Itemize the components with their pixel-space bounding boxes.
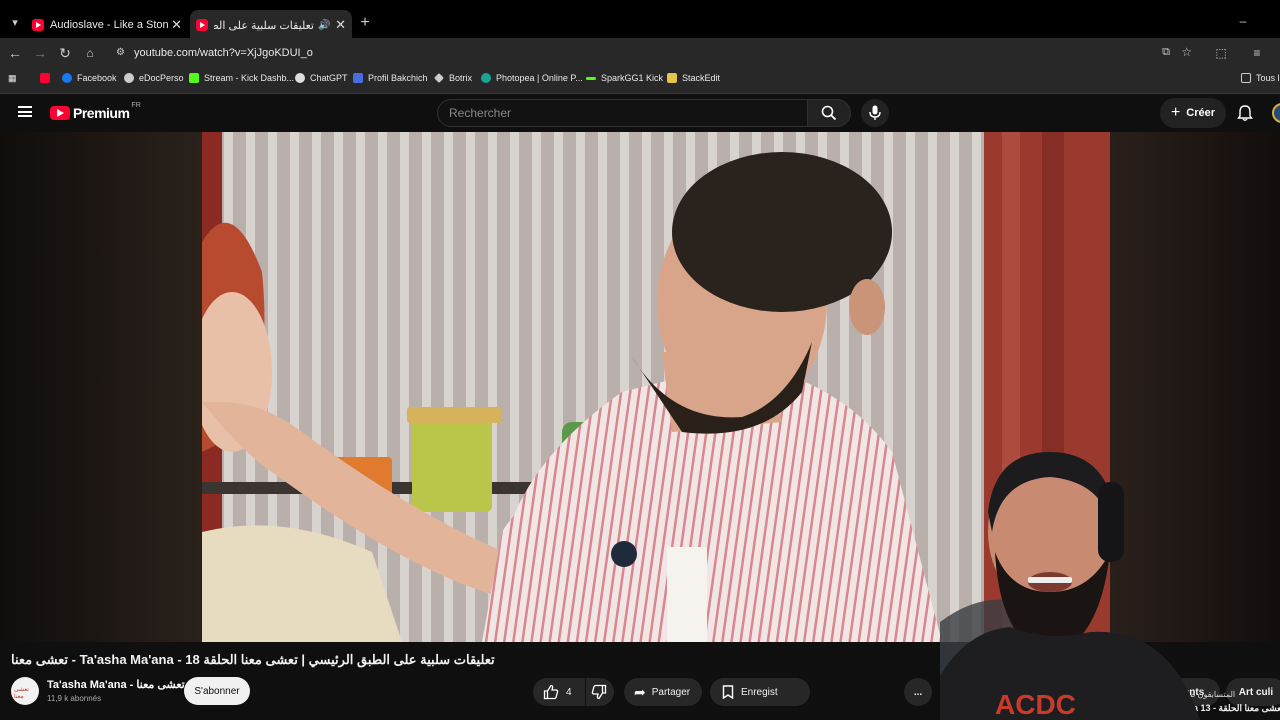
bookmark-youtube[interactable] bbox=[40, 73, 55, 83]
minimize-window-icon[interactable]: – bbox=[1234, 12, 1252, 30]
share-button[interactable]: ➦ Partager bbox=[624, 678, 702, 706]
microphone-icon bbox=[869, 105, 881, 120]
notifications-bell-icon[interactable] bbox=[1237, 105, 1253, 121]
browser-toolbar: ← → ↻ ⌂ ⚙ youtube.com/watch?v=XjJgoKDUI_… bbox=[0, 38, 1280, 68]
channel-name[interactable]: Ta'asha Ma'ana - تعشى معنا bbox=[47, 678, 185, 691]
bookmark-chatgpt[interactable]: ChatGPT bbox=[295, 73, 348, 83]
reload-icon[interactable]: ↻ bbox=[56, 44, 74, 62]
bakchich-icon bbox=[353, 73, 363, 83]
thumbs-down-icon bbox=[591, 684, 607, 700]
tab-audioslave[interactable]: Audioslave - Like a Stone (Offic ✕ bbox=[26, 12, 188, 38]
kick-icon bbox=[189, 73, 199, 83]
save-button[interactable]: Enregist bbox=[710, 678, 810, 706]
youtube-logo-icon bbox=[50, 106, 70, 120]
bookmark-label: eDocPerso bbox=[139, 73, 184, 83]
chatgpt-icon bbox=[295, 73, 305, 83]
create-button[interactable]: + Créer bbox=[1160, 98, 1226, 128]
hamburger-menu-icon[interactable] bbox=[18, 106, 32, 117]
stackedit-icon bbox=[667, 73, 677, 83]
address-bar[interactable]: ⚙ youtube.com/watch?v=XjJgoKDUI_o ⧉ ☆ bbox=[108, 42, 1208, 66]
like-count: 4 bbox=[566, 686, 572, 698]
bookmarks-bar: ▦ Facebook eDocPerso Stream - Kick Dashb… bbox=[0, 68, 1280, 94]
more-dots-icon: ... bbox=[913, 686, 923, 698]
bookmark-label: Stream - Kick Dashb... bbox=[204, 73, 295, 83]
tab-title: تعليقات سلبية على الطبق الر bbox=[214, 19, 314, 32]
create-label: Créer bbox=[1186, 107, 1216, 119]
audio-playing-icon[interactable]: 🔊 bbox=[318, 20, 330, 31]
subscriber-count: 11,9 k abonnés bbox=[47, 694, 102, 703]
search-button[interactable] bbox=[807, 99, 851, 127]
search-icon bbox=[821, 105, 837, 121]
bookmark-label: SparkGG1 Kick bbox=[601, 73, 664, 83]
home-icon[interactable]: ⌂ bbox=[81, 44, 99, 62]
url-text: youtube.com/watch?v=XjJgoKDUI_o bbox=[134, 47, 313, 59]
search-placeholder: Rechercher bbox=[449, 106, 512, 120]
forward-arrow-icon[interactable]: → bbox=[31, 44, 49, 62]
plus-icon: + bbox=[1170, 104, 1181, 121]
youtube-favicon-icon bbox=[32, 19, 44, 31]
youtube-favicon-icon bbox=[196, 19, 208, 31]
install-app-icon[interactable]: ⧉ bbox=[1162, 46, 1170, 59]
channel-avatar-logo: تعشى معنا bbox=[14, 687, 29, 700]
close-tab-icon[interactable]: ✕ bbox=[335, 17, 346, 33]
tab-title: Audioslave - Like a Stone (Offic bbox=[50, 19, 168, 31]
bookmark-sparkgg1-kick[interactable]: SparkGG1 Kick bbox=[586, 73, 663, 83]
account-avatar[interactable] bbox=[1272, 103, 1280, 123]
like-button[interactable]: 4 bbox=[533, 678, 585, 706]
tab-list-chevron-icon[interactable]: ▾ bbox=[6, 14, 24, 32]
reading-list-icon[interactable]: ≡ bbox=[1248, 44, 1266, 62]
more-actions-button[interactable]: ... bbox=[904, 678, 932, 706]
bookmark-profil-bakchich[interactable]: Profil Bakchich bbox=[353, 73, 428, 83]
photopea-icon bbox=[481, 73, 491, 83]
streamer-webcam-image: ACDC bbox=[940, 452, 1200, 720]
bookmark-photopea[interactable]: Photopea | Online P... bbox=[481, 73, 583, 83]
dislike-button[interactable] bbox=[586, 678, 614, 706]
bookmark-label: Tous l bbox=[1256, 73, 1280, 83]
svg-text:ACDC: ACDC bbox=[995, 689, 1076, 720]
subscribe-button[interactable]: S'abonner bbox=[184, 677, 250, 705]
back-arrow-icon[interactable]: ← bbox=[6, 44, 24, 62]
bookmark-label: ChatGPT bbox=[310, 73, 348, 83]
extensions-icon[interactable]: ⬚ bbox=[1212, 44, 1230, 62]
apps-grid-icon[interactable]: ▦ bbox=[8, 73, 17, 84]
bookmark-kick-dashboard[interactable]: Stream - Kick Dashb... bbox=[189, 73, 294, 83]
ambient-glow-left bbox=[0, 132, 202, 642]
voice-search-button[interactable] bbox=[861, 99, 889, 127]
youtube-premium-logo[interactable]: Premium FR bbox=[50, 101, 141, 121]
folder-icon bbox=[1241, 73, 1251, 83]
bookmark-save-icon bbox=[722, 685, 734, 699]
share-label: Partager bbox=[651, 686, 691, 698]
bookmark-label: Facebook bbox=[77, 73, 117, 83]
bookmark-label: Profil Bakchich bbox=[368, 73, 428, 83]
bookmark-label: StackEdit bbox=[682, 73, 721, 83]
region-code: FR bbox=[131, 101, 141, 109]
search-input[interactable]: Rechercher bbox=[437, 99, 808, 127]
new-tab-plus-icon[interactable]: + bbox=[356, 14, 374, 32]
youtube-header: Premium FR Rechercher + Créer bbox=[0, 94, 1280, 132]
bookmark-label: Botrix bbox=[449, 73, 473, 83]
bookmark-facebook[interactable]: Facebook bbox=[62, 73, 117, 83]
facebook-icon bbox=[62, 73, 72, 83]
edocperso-icon bbox=[124, 73, 134, 83]
logo-text: Premium bbox=[73, 105, 130, 121]
webcam-overlay: ACDC bbox=[940, 442, 1280, 720]
site-settings-icon[interactable]: ⚙ bbox=[116, 47, 125, 58]
all-bookmarks-folder[interactable]: Tous l bbox=[1241, 73, 1280, 83]
save-label: Enregist bbox=[741, 686, 778, 698]
tab-taasha[interactable]: تعليقات سلبية على الطبق الر 🔊 ✕ bbox=[190, 10, 352, 40]
bookmark-botrix[interactable]: Botrix bbox=[434, 73, 472, 83]
bookmark-star-icon[interactable]: ☆ bbox=[1181, 45, 1192, 59]
youtube-icon bbox=[40, 73, 50, 83]
kick-icon bbox=[586, 76, 596, 80]
channel-avatar[interactable]: تعشى معنا bbox=[11, 677, 39, 705]
share-arrow-icon: ➦ bbox=[634, 683, 646, 700]
thumbs-up-icon bbox=[543, 684, 559, 700]
botrix-icon bbox=[434, 73, 444, 83]
bookmark-label: Photopea | Online P... bbox=[496, 73, 583, 83]
close-tab-icon[interactable]: ✕ bbox=[171, 17, 182, 33]
bookmark-stackedit[interactable]: StackEdit bbox=[667, 73, 720, 83]
bookmark-edocperso[interactable]: eDocPerso bbox=[124, 73, 184, 83]
video-title: تعشى معنا - Ta'asha Ma'ana - تعليقات سلب… bbox=[11, 652, 495, 667]
